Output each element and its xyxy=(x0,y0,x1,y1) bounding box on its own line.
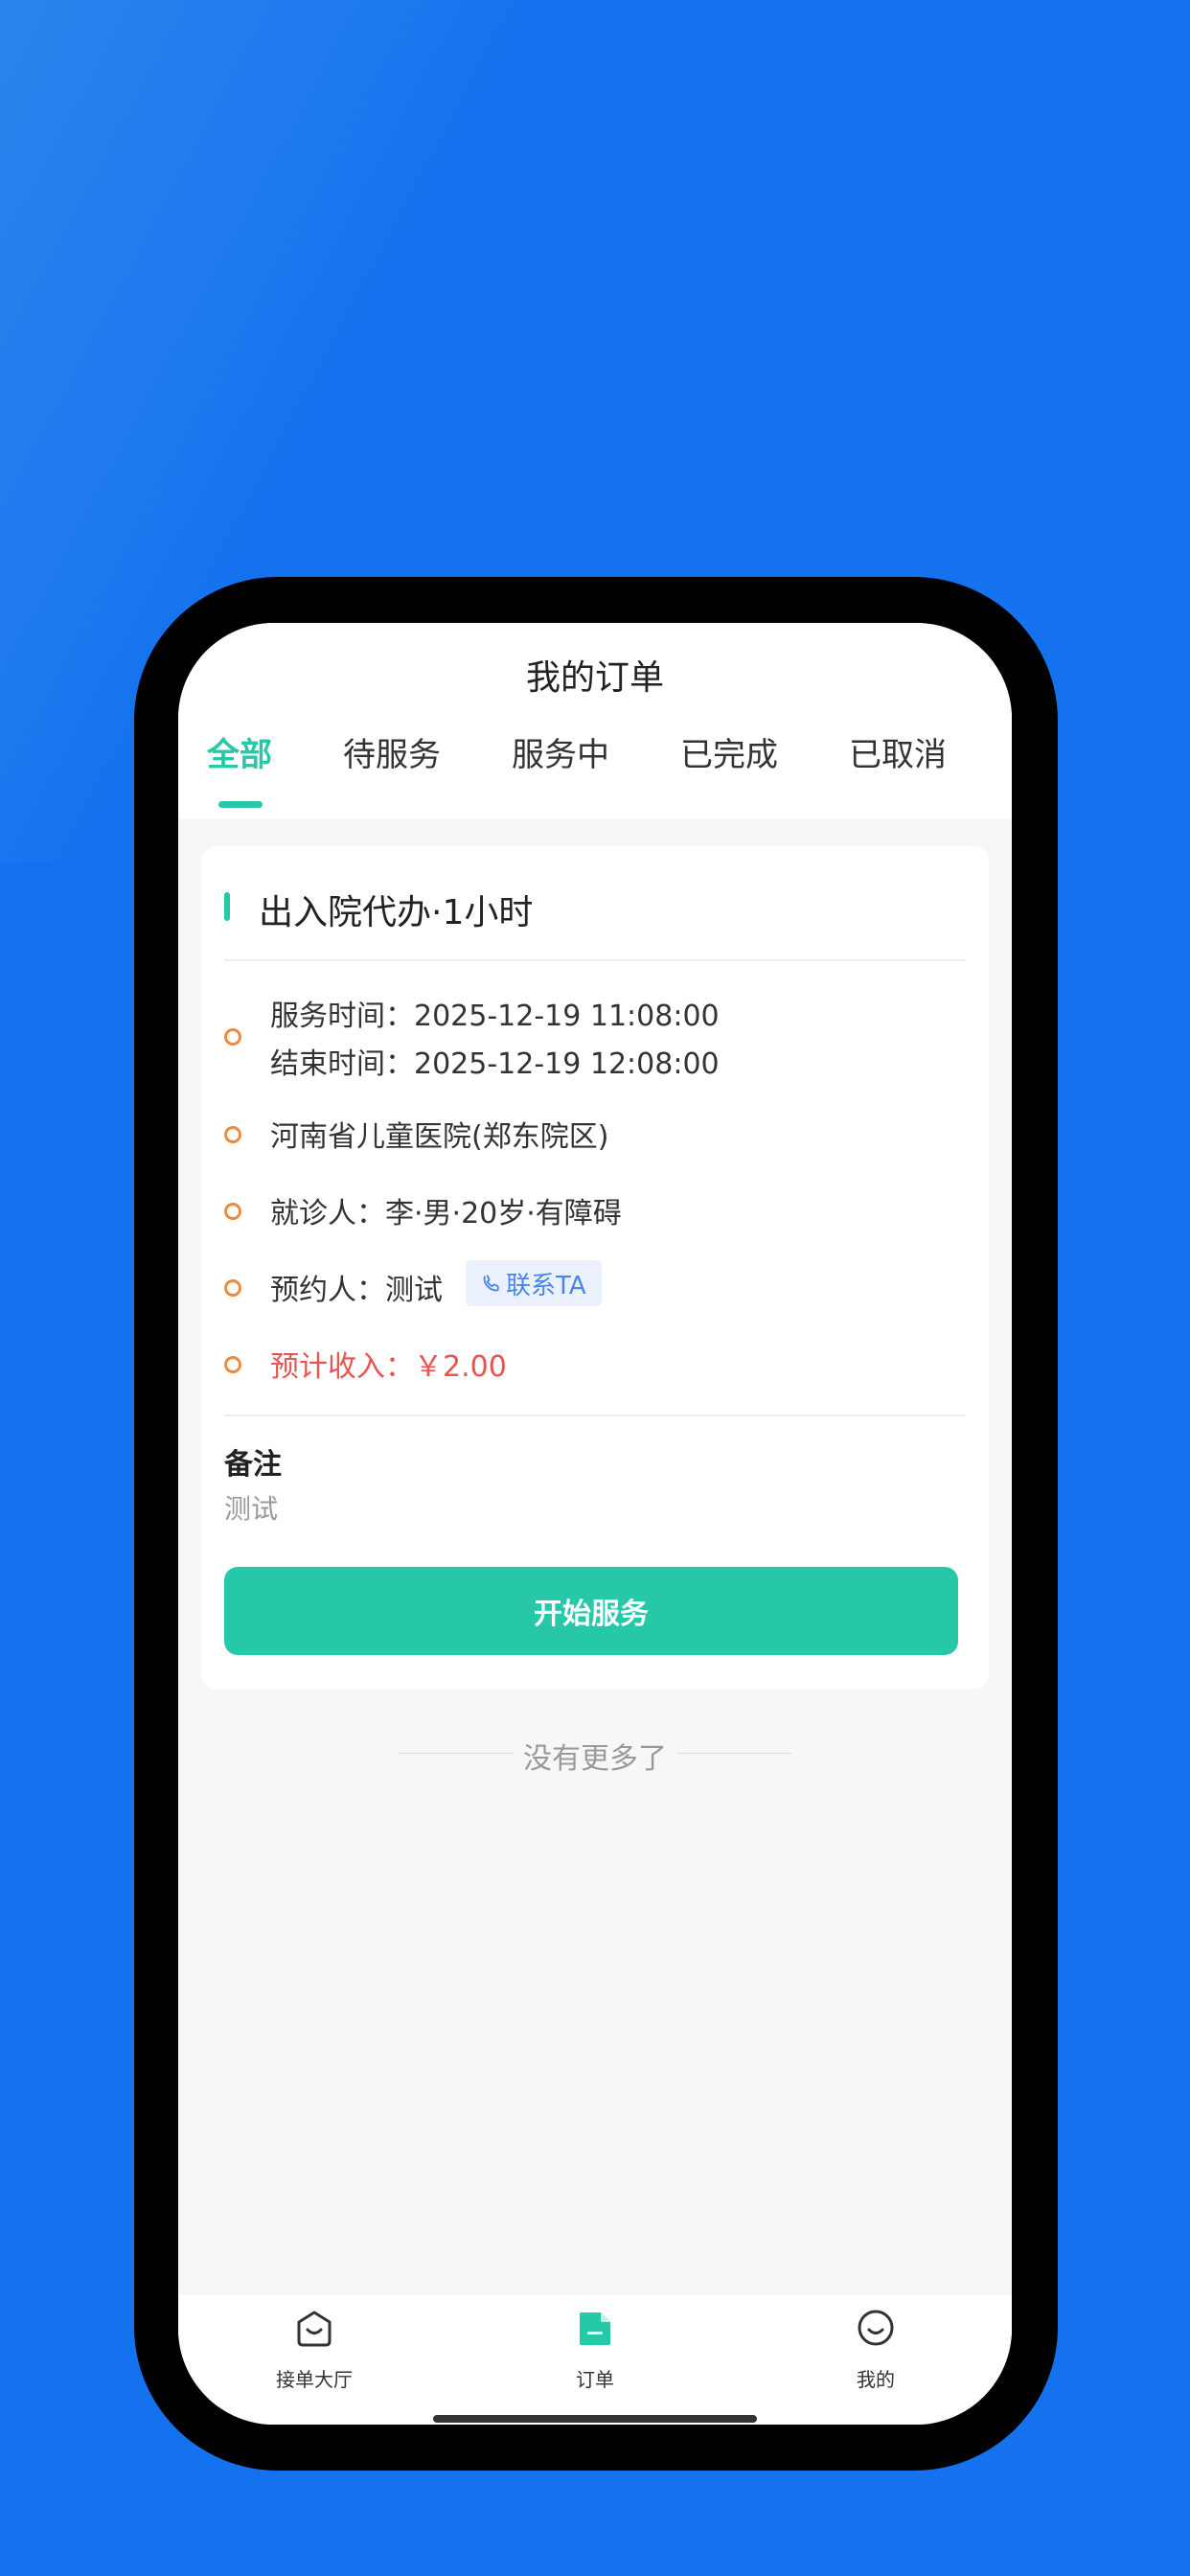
bullet-dot-icon xyxy=(224,1126,241,1143)
remark-value: 测试 xyxy=(224,1493,279,1525)
patient-label: 就诊人： xyxy=(270,1197,385,1230)
booker-label: 预约人： xyxy=(270,1274,385,1307)
order-card-header: 出入院代办·1小时 xyxy=(201,846,989,961)
income-value: ￥2.00 xyxy=(414,1350,507,1384)
patient-value: 李·男·20岁·有障碍 xyxy=(385,1197,622,1230)
service-time-row: 服务时间：2025-12-19 11:08:00 结束时间：2025-12-19… xyxy=(201,990,989,1086)
list-end-indicator: 没有更多了 xyxy=(178,1735,1012,1776)
tab-completed[interactable]: 已完成 xyxy=(680,728,778,775)
service-time-value: 2025-12-19 11:08:00 xyxy=(414,1000,720,1033)
end-time-value: 2025-12-19 12:08:00 xyxy=(414,1047,720,1081)
hospital-name: 河南省儿童医院(郑东院区) xyxy=(270,1120,609,1154)
booker-row: 预约人：测试 联系TA xyxy=(201,1260,989,1314)
tabbar-item-profile[interactable]: 我的 xyxy=(799,2307,952,2403)
income-label: 预计收入： xyxy=(270,1350,414,1384)
patient-row: 就诊人：李·男·20岁·有障碍 xyxy=(201,1189,989,1237)
income-row: 预计收入：￥2.00 xyxy=(201,1343,989,1391)
order-icon xyxy=(580,2312,610,2345)
contact-label: 联系TA xyxy=(506,1271,586,1300)
title-accent-bar xyxy=(224,892,230,921)
tabbar-item-hall[interactable]: 接单大厅 xyxy=(238,2307,391,2403)
bullet-dot-icon xyxy=(224,1203,241,1220)
contact-button[interactable]: 联系TA xyxy=(466,1260,602,1306)
tab-in-service[interactable]: 服务中 xyxy=(512,728,609,775)
active-tab-indicator xyxy=(218,801,263,808)
hospital-row: 河南省儿童医院(郑东院区) xyxy=(201,1113,989,1161)
home-indicator[interactable] xyxy=(433,2415,757,2423)
divider xyxy=(224,1414,966,1416)
order-status-tabs: 全部 待服务 服务中 已完成 已取消 xyxy=(178,728,1012,795)
tabbar-label-orders: 订单 xyxy=(576,2368,614,2391)
service-name: 出入院代办·1小时 xyxy=(259,893,534,932)
tab-pending[interactable]: 待服务 xyxy=(343,728,441,775)
tab-all[interactable]: 全部 xyxy=(207,728,272,775)
tabbar-label-hall: 接单大厅 xyxy=(276,2368,353,2391)
profile-icon xyxy=(858,2310,894,2346)
phone-icon xyxy=(483,1275,499,1292)
service-time-label: 服务时间： xyxy=(270,1000,414,1033)
bullet-dot-icon xyxy=(224,1028,241,1046)
tabbar-label-profile: 我的 xyxy=(857,2368,895,2391)
top-bar: 我的订单 全部 待服务 服务中 已完成 已取消 xyxy=(178,623,1012,819)
end-time-label: 结束时间： xyxy=(270,1047,414,1081)
remark-label: 备注 xyxy=(224,1448,282,1482)
bullet-dot-icon xyxy=(224,1279,241,1297)
order-card[interactable]: 出入院代办·1小时 服务时间：2025-12-19 11:08:00 结束时间：… xyxy=(201,846,989,1690)
bullet-dot-icon xyxy=(224,1356,241,1373)
tabbar-item-orders[interactable]: 订单 xyxy=(518,2307,672,2403)
bottom-tab-bar: 接单大厅 订单 我的 xyxy=(178,2295,1012,2425)
hall-icon xyxy=(297,2311,332,2347)
booker-value: 测试 xyxy=(385,1274,443,1307)
phone-screen: 我的订单 全部 待服务 服务中 已完成 已取消 出入院代办·1小时 服务时间：2… xyxy=(178,623,1012,2425)
no-more-text: 没有更多了 xyxy=(523,1742,667,1776)
page-title: 我的订单 xyxy=(525,658,664,698)
tab-cancelled[interactable]: 已取消 xyxy=(849,728,947,775)
divider xyxy=(224,959,966,961)
start-service-button[interactable]: 开始服务 xyxy=(224,1567,958,1655)
